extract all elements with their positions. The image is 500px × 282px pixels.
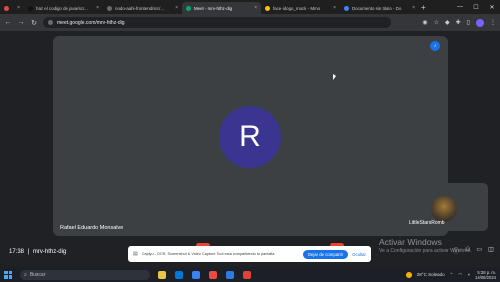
- screen-share-notice: ▤ Capiyu - OCR, Screenshot & Video Captu…: [128, 246, 371, 262]
- volume-icon[interactable]: ◖: [467, 272, 470, 277]
- tab-favicon-icon: [344, 5, 349, 11]
- tab-close-icon[interactable]: ×: [333, 5, 336, 11]
- app-icon-chrome[interactable]: [243, 270, 251, 279]
- speaking-indicator-icon: ♪: [430, 41, 440, 51]
- self-avatar: [431, 196, 457, 222]
- menu-icon[interactable]: ⋮: [490, 19, 496, 26]
- browser-toolbar: ← → ↻ meet.google.com/mrv-hthz-dig ◉ ☆ ◆…: [0, 14, 500, 31]
- forward-icon[interactable]: →: [17, 19, 25, 26]
- info-icon[interactable]: ⓘ: [453, 246, 459, 255]
- taskbar-apps: [158, 270, 251, 279]
- tab-list: × haz el codigo de java/scr... × nodo-aahi-…: [0, 0, 419, 14]
- taskbar-search[interactable]: ⌕ Buscar: [20, 269, 150, 280]
- meeting-time: 17:38: [9, 249, 25, 255]
- site-info-icon[interactable]: [48, 20, 53, 25]
- weather-text: 28°C Soleado: [416, 272, 445, 277]
- start-icon[interactable]: [4, 270, 12, 279]
- browser-tab[interactable]: Meet - mrv-hthz-dig ×: [182, 2, 261, 14]
- windows-taskbar: ⌕ Buscar 28°C Soleado ⌃ ◠ ◖ 5:38 p. m. 1…: [0, 267, 500, 282]
- tab-favicon-icon: [107, 5, 112, 11]
- taskbar-date: 14/08/2024: [475, 274, 496, 280]
- tab-close-icon[interactable]: ×: [254, 5, 257, 11]
- stop-sharing-button[interactable]: Dejar de compartir: [302, 249, 349, 259]
- hide-button[interactable]: Ocultar: [352, 252, 366, 257]
- app-icon-edge[interactable]: [175, 270, 183, 279]
- tab-label: nodo-aahi-frontend/src/...: [115, 5, 165, 11]
- meeting-info: 17:38 | mrv-hthz-dig: [9, 249, 66, 255]
- app-icon-red[interactable]: [209, 270, 217, 279]
- activation-watermark-title: Activar Windows: [379, 237, 442, 247]
- app-icon-vscode[interactable]: [226, 270, 234, 279]
- url-text: meet.google.com/mrv-hthz-dig: [57, 19, 125, 26]
- people-icon[interactable]: ⚇: [465, 246, 470, 255]
- app-icon-explorer[interactable]: [158, 270, 166, 279]
- screen: × haz el codigo de java/scr... × nodo-aahi-…: [0, 0, 500, 282]
- taskbar-clock[interactable]: 5:38 p. m. 14/08/2024: [475, 270, 496, 280]
- browser-tab[interactable]: ×: [0, 2, 24, 14]
- tray-arrow-icon[interactable]: ⌃: [450, 272, 454, 278]
- participant-avatar: R: [219, 106, 281, 168]
- search-icon: ⌕: [24, 271, 27, 278]
- chat-icon[interactable]: ▭: [476, 246, 482, 255]
- close-window-icon[interactable]: ✕: [484, 0, 500, 14]
- share-notice-icon: ▤: [133, 251, 138, 257]
- star-icon[interactable]: ☆: [434, 19, 439, 26]
- puzzle-icon[interactable]: ✚: [456, 19, 461, 26]
- tab-favicon-icon: [4, 5, 9, 11]
- browser-tab[interactable]: Documento sin titulo - Do ×: [340, 2, 419, 14]
- camera-icon[interactable]: ◉: [422, 19, 427, 26]
- tab-close-icon[interactable]: ×: [17, 5, 20, 11]
- activities-icon[interactable]: ◫: [488, 246, 494, 255]
- browser-tab-strip: × haz el codigo de java/scr... × nodo-aahi-…: [0, 0, 500, 14]
- new-tab-button[interactable]: +: [421, 3, 426, 12]
- address-bar[interactable]: meet.google.com/mrv-hthz-dig: [43, 17, 391, 28]
- wifi-icon[interactable]: ◠: [458, 272, 462, 278]
- tab-label: haz el codigo de java/scr...: [36, 5, 88, 11]
- share-notice-text: Capiyu - OCR, Screenshot & Video Capture…: [141, 252, 276, 256]
- back-icon[interactable]: ←: [4, 19, 12, 26]
- app-icon-store[interactable]: [192, 270, 200, 279]
- profile-avatar[interactable]: [476, 18, 484, 27]
- maximize-icon[interactable]: ☐: [468, 0, 484, 14]
- toolbar-icons: ◉ ☆ ◆ ✚ ▯ ⋮: [422, 18, 496, 27]
- minimize-icon[interactable]: —: [452, 0, 468, 14]
- meeting-separator: |: [27, 249, 30, 255]
- tab-close-icon[interactable]: ×: [412, 5, 415, 11]
- browser-tab[interactable]: haz el codigo de java/scr... ×: [24, 2, 103, 14]
- tab-favicon-icon: [265, 5, 270, 11]
- meeting-code: mrv-hthz-dig: [32, 249, 67, 255]
- tab-favicon-icon: [28, 5, 33, 11]
- window-controls: — ☐ ✕: [452, 0, 500, 14]
- extension-icon[interactable]: ◆: [445, 19, 450, 26]
- participant-name: Rafael Eduardo Monsalve: [60, 225, 124, 231]
- meeting-side-controls: ⓘ ⚇ ▭ ◫: [453, 246, 494, 255]
- mouse-cursor-icon: [333, 74, 336, 80]
- system-tray: 28°C Soleado ⌃ ◠ ◖ 5:38 p. m. 14/08/2024: [405, 270, 496, 280]
- self-name: LittleStarsRomb: [409, 220, 445, 226]
- tab-close-icon[interactable]: ×: [175, 5, 178, 11]
- taskbar-time: 5:38 p. m.: [477, 269, 496, 275]
- browser-tab[interactable]: face-idogo_mock - Mmo ×: [261, 2, 340, 14]
- tab-label: face-idogo_mock - Mmo: [273, 5, 321, 11]
- tab-favicon-icon: [186, 5, 191, 11]
- tab-close-icon[interactable]: ×: [96, 5, 99, 11]
- tab-label: Documento sin titulo - Do: [352, 5, 402, 11]
- browser-tab[interactable]: nodo-aahi-frontend/src/... ×: [103, 2, 182, 14]
- taskbar-search-placeholder: Buscar: [29, 271, 46, 278]
- tab-label: Meet - mrv-hthz-dig: [194, 5, 233, 11]
- reload-icon[interactable]: ↻: [30, 19, 38, 27]
- sidebar-icon[interactable]: ▯: [467, 19, 470, 26]
- weather-icon: [405, 271, 412, 278]
